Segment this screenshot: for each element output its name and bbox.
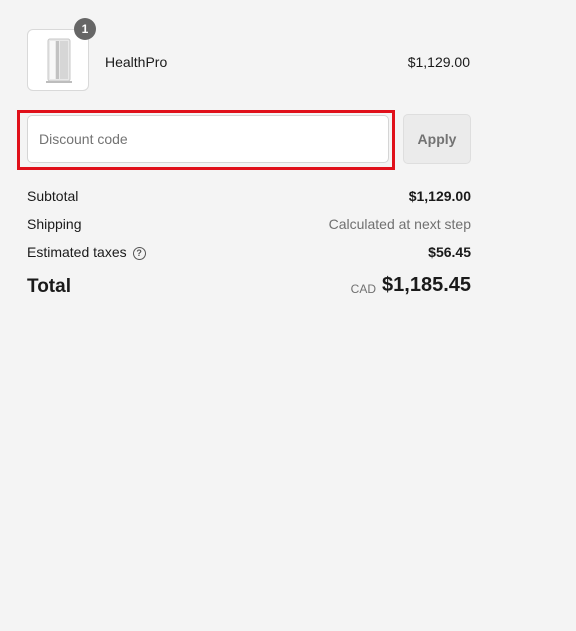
subtotal-row: Subtotal $1,129.00 xyxy=(27,188,471,208)
taxes-row: Estimated taxes? $56.45 xyxy=(27,244,471,264)
taxes-label: Estimated taxes xyxy=(27,244,127,260)
apply-discount-button[interactable]: Apply xyxy=(403,114,471,164)
shipping-row: Shipping Calculated at next step xyxy=(27,216,471,236)
subtotal-label: Subtotal xyxy=(27,188,79,204)
taxes-value: $56.45 xyxy=(428,244,471,260)
total-row: Total CAD $1,185.45 xyxy=(27,274,471,302)
quantity-badge: 1 xyxy=(74,18,96,40)
discount-code-input[interactable] xyxy=(27,115,389,163)
product-price: $1,129.00 xyxy=(407,54,470,70)
product-name: HealthPro xyxy=(105,54,168,70)
question-circle-icon[interactable]: ? xyxy=(132,247,146,260)
shipping-label: Shipping xyxy=(27,216,82,232)
total-label: Total xyxy=(27,276,71,297)
order-summary: 1 HealthPro $1,129.00 Apply Subtotal $1,… xyxy=(0,0,576,631)
subtotal-value: $1,129.00 xyxy=(408,188,471,204)
shipping-value: Calculated at next step xyxy=(328,216,471,232)
total-amount: $1,185.45 xyxy=(382,274,471,296)
air-purifier-image xyxy=(46,38,72,83)
total-currency: CAD xyxy=(350,282,376,296)
